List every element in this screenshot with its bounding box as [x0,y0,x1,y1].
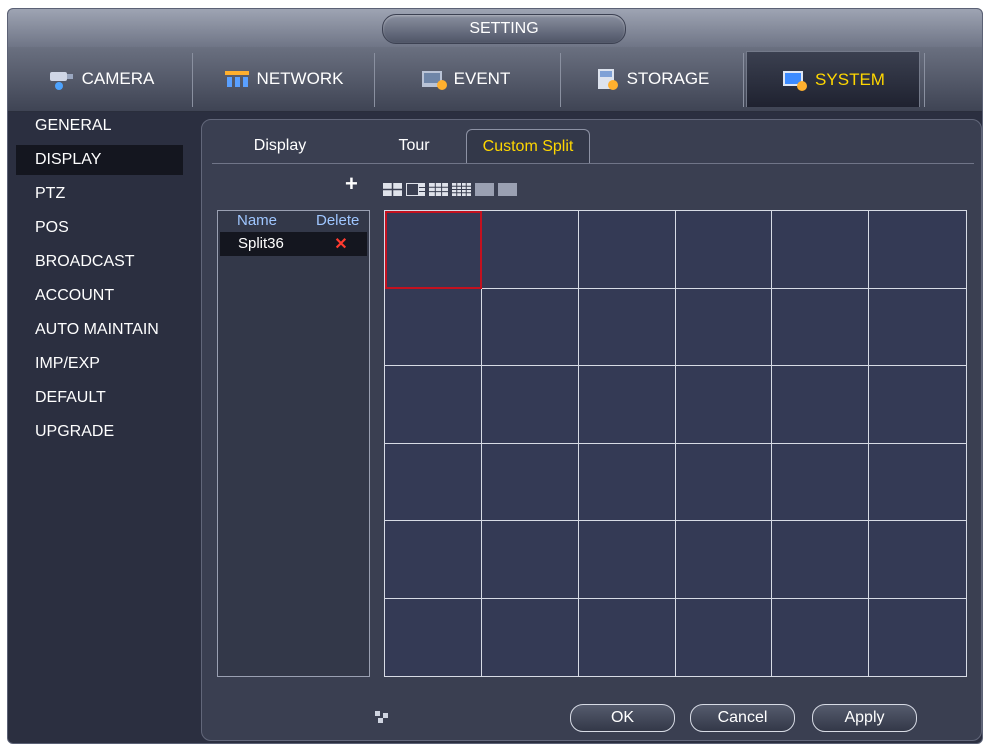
grid-cell[interactable] [869,444,966,521]
grid-cell[interactable] [869,211,966,289]
network-icon [223,67,251,91]
top-navigation: CAMERA NETWORK EVENT STORAGE SYSTEM [8,47,982,112]
add-split-button[interactable]: + [345,172,358,196]
grid-cell[interactable] [578,366,676,444]
split-4-icon[interactable] [383,183,402,196]
sidebar-item-pos[interactable]: POS [16,213,183,243]
grid-cell[interactable] [772,598,870,676]
split-36-icon[interactable] [498,183,517,196]
grid-cell[interactable] [385,366,482,444]
grid-cell[interactable] [481,521,579,599]
grid-cell[interactable] [772,521,870,599]
system-icon [781,68,809,92]
nav-tab-network[interactable]: NETWORK [196,51,370,107]
grid-cell[interactable] [578,521,676,599]
grid-cell[interactable] [675,443,773,521]
display-panel: Display Tour Custom Split + Name Delete … [201,119,982,741]
grid-cell[interactable] [578,443,676,521]
nav-tab-label: STORAGE [626,69,710,88]
grid-cell[interactable] [869,366,966,444]
grid-cell[interactable] [385,521,482,599]
grid-cell[interactable] [482,598,579,676]
grid-cell[interactable] [481,288,579,366]
grid-cell[interactable] [676,598,773,676]
grid-cell[interactable] [385,443,482,521]
nav-tab-camera[interactable]: CAMERA [14,51,188,107]
sidebar-item-upgrade[interactable]: UPGRADE [16,417,183,447]
grid-cell[interactable] [772,366,870,444]
split-grid [384,210,967,677]
nav-tab-label: SYSTEM [815,69,885,89]
grid-cell[interactable] [481,443,579,521]
nav-tab-label: EVENT [453,69,511,88]
sidebar: GENERAL DISPLAY PTZ POS BROADCAST ACCOUN… [8,111,188,743]
split-25-icon[interactable] [475,183,494,196]
grid-cell[interactable] [675,211,773,289]
apply-button[interactable]: Apply [812,704,917,732]
camera-icon [48,67,76,91]
grid-cell[interactable] [481,211,579,289]
tab-custom-split[interactable]: Custom Split [466,129,590,163]
sidebar-item-default[interactable]: DEFAULT [16,383,183,413]
grid-cell[interactable] [869,599,966,677]
nav-tab-label: NETWORK [256,69,344,88]
grid-cell[interactable] [869,289,966,366]
split-list: Name Delete Split36 ✕ [217,210,370,677]
grid-cell[interactable] [772,288,870,366]
grid-cell[interactable] [675,288,773,366]
list-item[interactable]: Split36 ✕ [220,232,367,256]
delete-icon[interactable]: ✕ [330,234,352,254]
tab-tour[interactable]: Tour [352,129,476,163]
grid-cell[interactable] [578,211,676,289]
clear-split-icon[interactable] [375,710,389,723]
event-icon [420,67,448,91]
ok-button[interactable]: OK [570,704,675,732]
column-header-name: Name [237,212,278,229]
sidebar-item-account[interactable]: ACCOUNT [16,281,183,311]
grid-cell[interactable] [869,521,966,599]
sidebar-item-display[interactable]: DISPLAY [16,145,183,175]
split-16-icon[interactable] [452,183,471,196]
grid-cell[interactable] [772,211,870,289]
grid-cell[interactable] [578,288,676,366]
column-header-delete: Delete [316,212,360,229]
grid-cell[interactable] [579,598,676,676]
grid-cell[interactable] [385,211,482,289]
split-custom-icon[interactable] [406,183,425,196]
title-bar: SETTING [8,9,982,48]
settings-window: SETTING CAMERA NETWORK EVENT STORAGE SYS… [7,8,983,744]
sidebar-item-general[interactable]: GENERAL [16,111,183,141]
sidebar-item-auto-maintain[interactable]: AUTO MAINTAIN [16,315,183,345]
split-name: Split36 [238,235,284,252]
grid-cell[interactable] [675,521,773,599]
nav-tab-event[interactable]: EVENT [378,51,552,107]
tab-divider [212,163,974,164]
nav-tab-system[interactable]: SYSTEM [746,51,920,107]
sidebar-item-ptz[interactable]: PTZ [16,179,183,209]
split-9-icon[interactable] [429,183,448,196]
cancel-button[interactable]: Cancel [690,704,795,732]
nav-tab-label: CAMERA [81,69,155,88]
storage-icon [593,67,621,91]
nav-tab-storage[interactable]: STORAGE [564,51,738,107]
grid-cell[interactable] [772,443,870,521]
tab-display[interactable]: Display [218,129,342,163]
window-title: SETTING [382,14,626,44]
grid-cell[interactable] [385,598,482,676]
grid-cell[interactable] [481,366,579,444]
sidebar-item-imp-exp[interactable]: IMP/EXP [16,349,183,379]
grid-cell[interactable] [385,288,482,366]
grid-cell[interactable] [675,366,773,444]
sidebar-item-broadcast[interactable]: BROADCAST [16,247,183,277]
list-header: Name Delete [218,211,369,231]
